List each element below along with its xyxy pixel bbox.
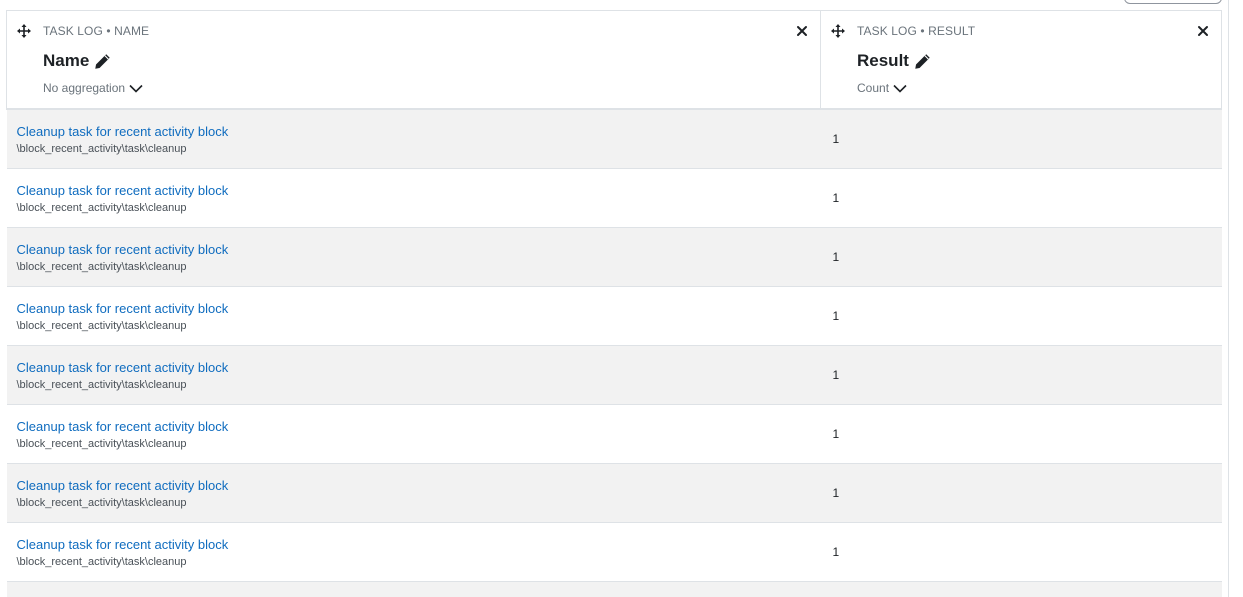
- table-row: Cleanup task for recent activity block \…: [6, 227, 1222, 287]
- column-title: Name: [43, 51, 111, 71]
- table-row: Cleanup task for recent activity block \…: [6, 286, 1222, 346]
- table-row-partial: [6, 581, 1222, 597]
- column-title-text: Name: [43, 51, 90, 70]
- table-body: Cleanup task for recent activity block \…: [6, 109, 1222, 597]
- task-classname: \block_recent_activity\task\cleanup: [16, 438, 187, 450]
- task-classname: \block_recent_activity\task\cleanup: [16, 379, 187, 391]
- result-cell: 1: [820, 522, 1222, 582]
- page-divider: [1228, 0, 1229, 597]
- name-cell: Cleanup task for recent activity block \…: [6, 227, 821, 287]
- aggregation-label: Count: [857, 81, 890, 95]
- close-icon[interactable]: [796, 25, 808, 37]
- task-name-link[interactable]: Cleanup task for recent activity block: [17, 123, 821, 140]
- chevron-down-icon: [129, 84, 143, 93]
- aggregation-dropdown[interactable]: No aggregation: [43, 81, 143, 95]
- name-cell: [6, 581, 821, 597]
- name-cell: Cleanup task for recent activity block \…: [6, 286, 821, 346]
- task-classname: \block_recent_activity\task\cleanup: [16, 261, 187, 273]
- task-name-link[interactable]: Cleanup task for recent activity block: [17, 477, 821, 494]
- report-page: TASK LOG • NAME Name No aggregation TASK…: [0, 0, 1243, 597]
- column-source-label: TASK LOG • NAME: [43, 24, 150, 38]
- move-icon[interactable]: [831, 24, 845, 38]
- move-icon[interactable]: [17, 24, 31, 38]
- task-name-link[interactable]: Cleanup task for recent activity block: [17, 536, 821, 553]
- column-header-name: TASK LOG • NAME Name No aggregation: [6, 10, 821, 110]
- task-name-link[interactable]: Cleanup task for recent activity block: [17, 182, 821, 199]
- result-cell: 1: [820, 109, 1222, 169]
- pencil-icon[interactable]: [94, 53, 111, 70]
- aggregation-dropdown[interactable]: Count: [857, 81, 907, 95]
- result-cell: 1: [820, 168, 1222, 228]
- task-classname: \block_recent_activity\task\cleanup: [16, 202, 187, 214]
- aggregation-label: No aggregation: [43, 81, 126, 95]
- table-row: Cleanup task for recent activity block \…: [6, 522, 1222, 582]
- column-title: Result: [857, 51, 931, 71]
- task-classname: \block_recent_activity\task\cleanup: [16, 497, 187, 509]
- result-cell: [820, 581, 1222, 597]
- task-name-link[interactable]: Cleanup task for recent activity block: [17, 300, 821, 317]
- task-classname: \block_recent_activity\task\cleanup: [16, 556, 187, 568]
- pencil-icon[interactable]: [914, 53, 931, 70]
- task-name-link[interactable]: Cleanup task for recent activity block: [17, 241, 821, 258]
- table-row: Cleanup task for recent activity block \…: [6, 109, 1222, 169]
- name-cell: Cleanup task for recent activity block \…: [6, 463, 821, 523]
- table-row: Cleanup task for recent activity block \…: [6, 463, 1222, 523]
- result-cell: 1: [820, 463, 1222, 523]
- close-icon[interactable]: [1197, 25, 1209, 37]
- name-cell: Cleanup task for recent activity block \…: [6, 345, 821, 405]
- name-cell: Cleanup task for recent activity block \…: [6, 109, 821, 169]
- result-cell: 1: [820, 404, 1222, 464]
- table-header-row: TASK LOG • NAME Name No aggregation TASK…: [6, 10, 1222, 110]
- name-cell: Cleanup task for recent activity block \…: [6, 522, 821, 582]
- result-cell: 1: [820, 345, 1222, 405]
- task-name-link[interactable]: Cleanup task for recent activity block: [17, 359, 821, 376]
- table-row: Cleanup task for recent activity block \…: [6, 404, 1222, 464]
- task-classname: \block_recent_activity\task\cleanup: [16, 320, 187, 332]
- top-button-fragment[interactable]: [1124, 0, 1222, 4]
- table-row: Cleanup task for recent activity block \…: [6, 345, 1222, 405]
- result-cell: 1: [820, 227, 1222, 287]
- name-cell: Cleanup task for recent activity block \…: [6, 404, 821, 464]
- name-cell: Cleanup task for recent activity block \…: [6, 168, 821, 228]
- chevron-down-icon: [893, 84, 907, 93]
- column-title-text: Result: [857, 51, 909, 70]
- column-source-label: TASK LOG • RESULT: [857, 24, 976, 38]
- table-row: Cleanup task for recent activity block \…: [6, 168, 1222, 228]
- column-header-result: TASK LOG • RESULT Result Count: [820, 10, 1222, 110]
- report-table: TASK LOG • NAME Name No aggregation TASK…: [6, 10, 1222, 597]
- task-classname: \block_recent_activity\task\cleanup: [16, 143, 187, 155]
- task-name-link[interactable]: Cleanup task for recent activity block: [17, 418, 821, 435]
- result-cell: 1: [820, 286, 1222, 346]
